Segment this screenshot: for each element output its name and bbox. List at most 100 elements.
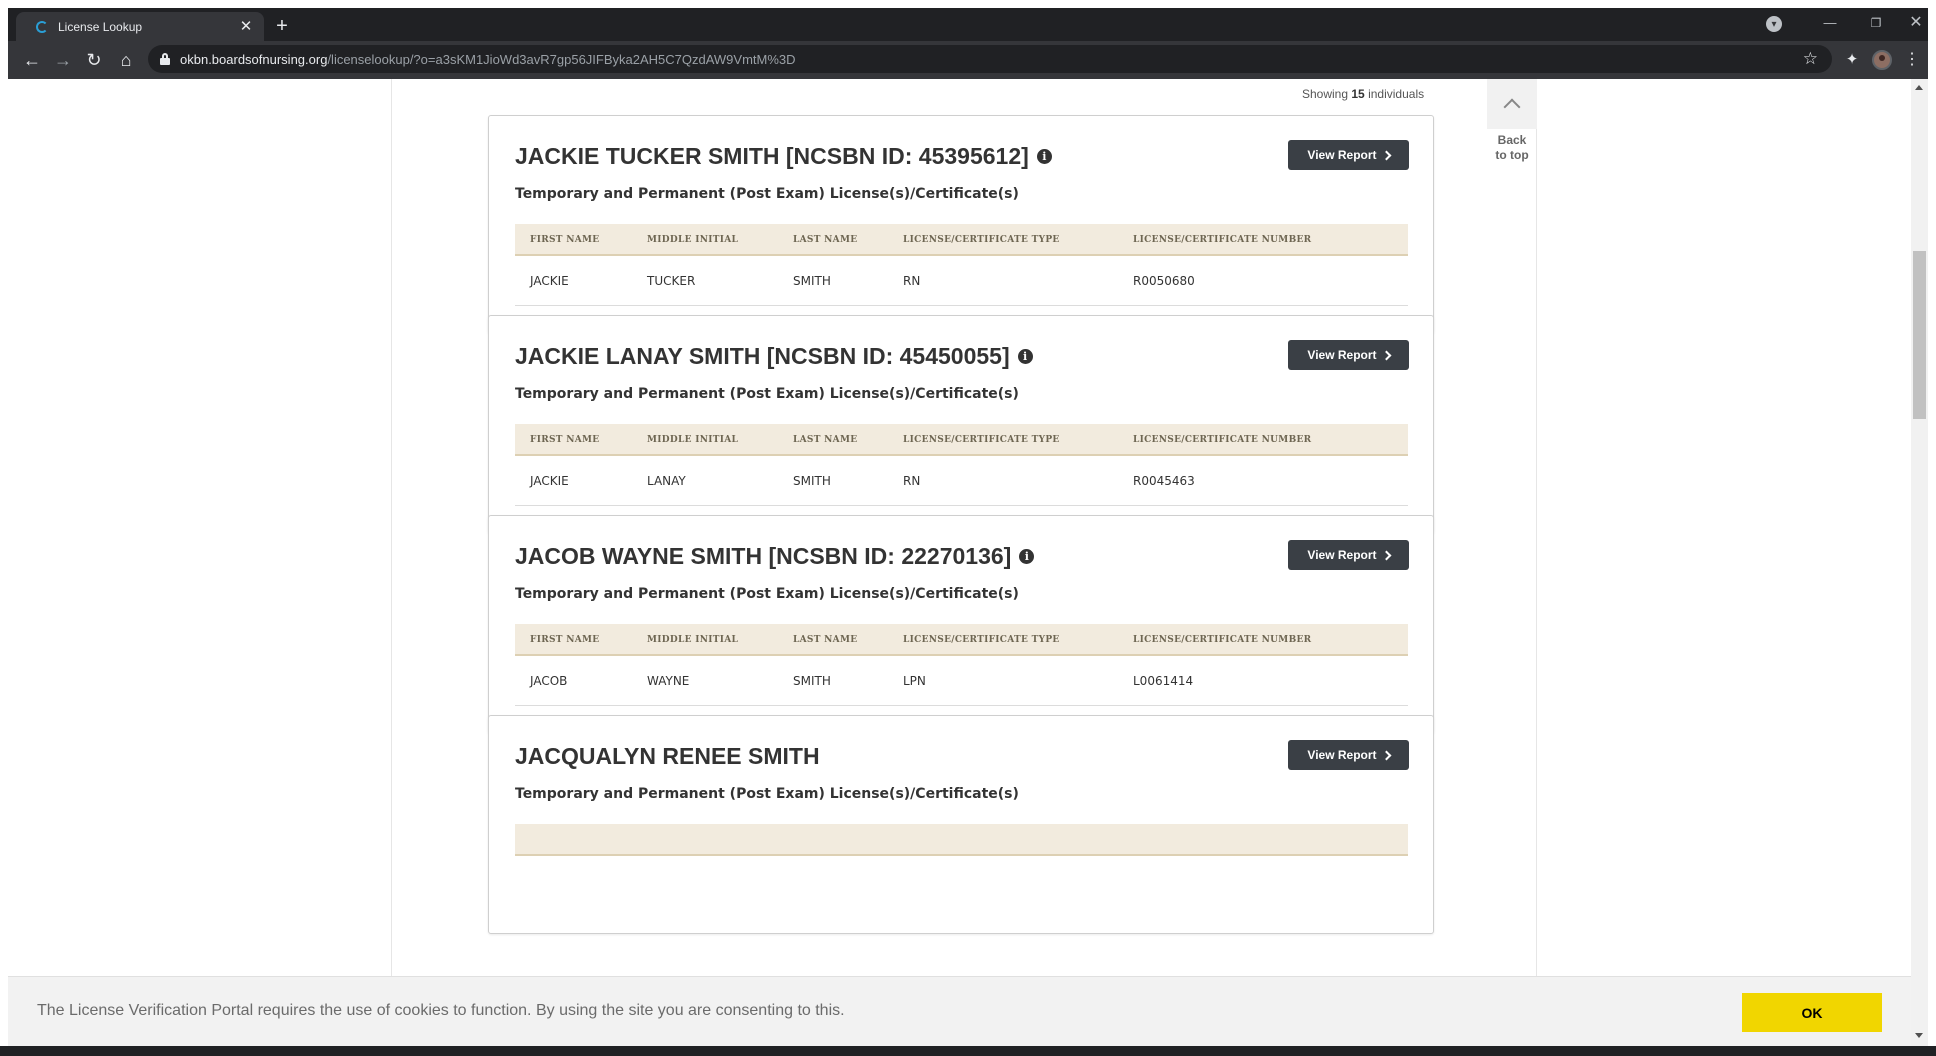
cell-license-type: RN (903, 274, 921, 288)
cell-first-name: JACOB (530, 674, 568, 688)
header-license-number: LICENSE/CERTIFICATE NUMBER (1133, 435, 1312, 445)
individual-card: JACKIE LANAY SMITH [NCSBN ID: 45450055] … (488, 315, 1434, 534)
table-header: FIRST NAME MIDDLE INITIAL LAST NAME LICE… (515, 224, 1408, 256)
browser-chrome: License Lookup ✕ + ▾ — ❐ ✕ ← → ↻ ⌂ okbn.… (8, 8, 1928, 79)
profile-avatar[interactable] (1872, 50, 1892, 70)
table-row: JACOB WAYNE SMITH LPN L0061414 (515, 656, 1408, 706)
desktop-background-right (1928, 0, 1936, 1056)
license-section-title: Temporary and Permanent (Post Exam) Lice… (515, 386, 1019, 402)
individual-card: JACQUALYN RENEE SMITH Temporary and Perm… (488, 715, 1434, 934)
cell-license-number: L0061414 (1133, 674, 1194, 688)
results-count: Showing 15 individuals (1302, 87, 1424, 101)
individual-name: JACOB WAYNE SMITH [NCSBN ID: 22270136] i (515, 543, 1035, 570)
header-last-name: LAST NAME (793, 435, 858, 445)
results-count-prefix: Showing (1302, 87, 1349, 101)
view-report-button[interactable]: View Report (1288, 540, 1409, 570)
restore-icon[interactable]: ❐ (1856, 12, 1896, 34)
individual-card: JACOB WAYNE SMITH [NCSBN ID: 22270136] i… (488, 515, 1434, 734)
info-icon[interactable]: i (1019, 549, 1035, 564)
desktop-background (0, 0, 1936, 8)
bookmark-star-icon[interactable]: ☆ (1803, 49, 1818, 69)
extensions-icon[interactable]: ✦ (1842, 50, 1862, 70)
lock-icon[interactable] (160, 53, 170, 65)
new-tab-button[interactable]: + (270, 14, 294, 38)
back-icon[interactable]: ← (20, 48, 44, 72)
header-license-type: LICENSE/CERTIFICATE TYPE (903, 435, 1060, 445)
view-report-button[interactable]: View Report (1288, 140, 1409, 170)
back-to-top-label: Back to top (1487, 133, 1537, 163)
scroll-down-arrow-icon[interactable] (1915, 1033, 1923, 1038)
tab-search-icon[interactable]: ▾ (1766, 16, 1782, 32)
scrollbar-thumb[interactable] (1913, 251, 1926, 419)
cell-first-name: JACKIE (530, 274, 569, 288)
individual-name-text: JACQUALYN RENEE SMITH (515, 743, 820, 769)
header-license-type: LICENSE/CERTIFICATE TYPE (903, 635, 1060, 645)
header-middle-initial: MIDDLE INITIAL (647, 235, 739, 245)
view-report-button[interactable]: View Report (1288, 340, 1409, 370)
url-path: /licenselookup/?o=a3sKM1JioWd3avR7gp56JI… (327, 51, 796, 67)
cell-last-name: SMITH (793, 674, 831, 688)
back-to-top-line2: to top (1495, 148, 1529, 162)
cell-last-name: SMITH (793, 274, 831, 288)
cookie-ok-button[interactable]: OK (1742, 993, 1882, 1032)
table-header: FIRST NAME MIDDLE INITIAL LAST NAME LICE… (515, 624, 1408, 656)
header-last-name: LAST NAME (793, 235, 858, 245)
back-to-top-line1: Back (1497, 133, 1527, 147)
chevron-right-icon (1381, 350, 1392, 360)
reload-icon[interactable]: ↻ (82, 48, 106, 72)
tab-close-icon[interactable]: ✕ (238, 19, 254, 34)
cell-license-type: RN (903, 474, 921, 488)
back-to-top-button[interactable]: Back to top (1487, 79, 1537, 164)
individual-name-text: JACKIE TUCKER SMITH [NCSBN ID: 45395612] (515, 143, 1029, 169)
view-report-label: View Report (1307, 348, 1377, 362)
results-column: Showing 15 individuals Back to top JACKI… (391, 79, 1537, 1046)
menu-icon[interactable]: ⋮ (1904, 50, 1920, 70)
individual-name: JACKIE LANAY SMITH [NCSBN ID: 45450055] … (515, 343, 1033, 370)
license-section-title: Temporary and Permanent (Post Exam) Lice… (515, 786, 1019, 802)
loading-favicon-icon (36, 20, 48, 33)
forward-icon[interactable]: → (51, 48, 75, 72)
header-last-name: LAST NAME (793, 635, 858, 645)
address-bar[interactable]: okbn.boardsofnursing.org/licenselookup/?… (148, 45, 1832, 73)
cookie-banner: The License Verification Portal requires… (8, 976, 1911, 1046)
cell-middle-initial: TUCKER (647, 274, 696, 288)
header-first-name: FIRST NAME (530, 635, 600, 645)
browser-toolbar: ← → ↻ ⌂ okbn.boardsofnursing.org/license… (8, 41, 1928, 79)
view-report-button[interactable]: View Report (1288, 740, 1409, 770)
table-header: FIRST NAME MIDDLE INITIAL LAST NAME LICE… (515, 424, 1408, 456)
cell-license-type: LPN (903, 674, 926, 688)
minimize-icon[interactable]: — (1810, 12, 1850, 34)
chevron-right-icon (1381, 150, 1392, 160)
cell-middle-initial: LANAY (647, 474, 686, 488)
results-count-number: 15 (1351, 87, 1365, 101)
license-table: FIRST NAME MIDDLE INITIAL LAST NAME LICE… (515, 224, 1408, 306)
header-first-name: FIRST NAME (530, 435, 600, 445)
header-middle-initial: MIDDLE INITIAL (647, 435, 739, 445)
scroll-up-arrow-icon[interactable] (1915, 85, 1923, 90)
license-section-title: Temporary and Permanent (Post Exam) Lice… (515, 186, 1019, 202)
individual-name-text: JACOB WAYNE SMITH [NCSBN ID: 22270136] (515, 543, 1012, 569)
table-row: JACKIE LANAY SMITH RN R0045463 (515, 456, 1408, 506)
info-icon[interactable]: i (1036, 149, 1052, 164)
tab-strip: License Lookup ✕ + ▾ — ❐ ✕ (8, 8, 1928, 41)
view-report-label: View Report (1307, 148, 1377, 162)
chevron-up-icon[interactable] (1487, 79, 1537, 129)
browser-tab[interactable]: License Lookup ✕ (16, 12, 264, 41)
home-icon[interactable]: ⌂ (114, 48, 138, 72)
individual-name-text: JACKIE LANAY SMITH [NCSBN ID: 45450055] (515, 343, 1010, 369)
license-section-title: Temporary and Permanent (Post Exam) Lice… (515, 586, 1019, 602)
header-license-type: LICENSE/CERTIFICATE TYPE (903, 235, 1060, 245)
close-window-icon[interactable]: ✕ (1896, 12, 1936, 34)
license-table: FIRST NAME MIDDLE INITIAL LAST NAME LICE… (515, 424, 1408, 506)
info-icon[interactable]: i (1017, 349, 1033, 364)
cell-last-name: SMITH (793, 474, 831, 488)
page-scrollbar[interactable] (1911, 79, 1928, 1046)
url-host: okbn.boardsofnursing.org (180, 51, 328, 67)
results-count-suffix: individuals (1368, 87, 1425, 101)
desktop-background-left (0, 0, 8, 1056)
cell-license-number: R0050680 (1133, 274, 1195, 288)
header-first-name: FIRST NAME (530, 235, 600, 245)
cookie-message: The License Verification Portal requires… (37, 1002, 845, 1019)
table-row: JACKIE TUCKER SMITH RN R0050680 (515, 256, 1408, 306)
individual-name: JACQUALYN RENEE SMITH (515, 743, 820, 770)
